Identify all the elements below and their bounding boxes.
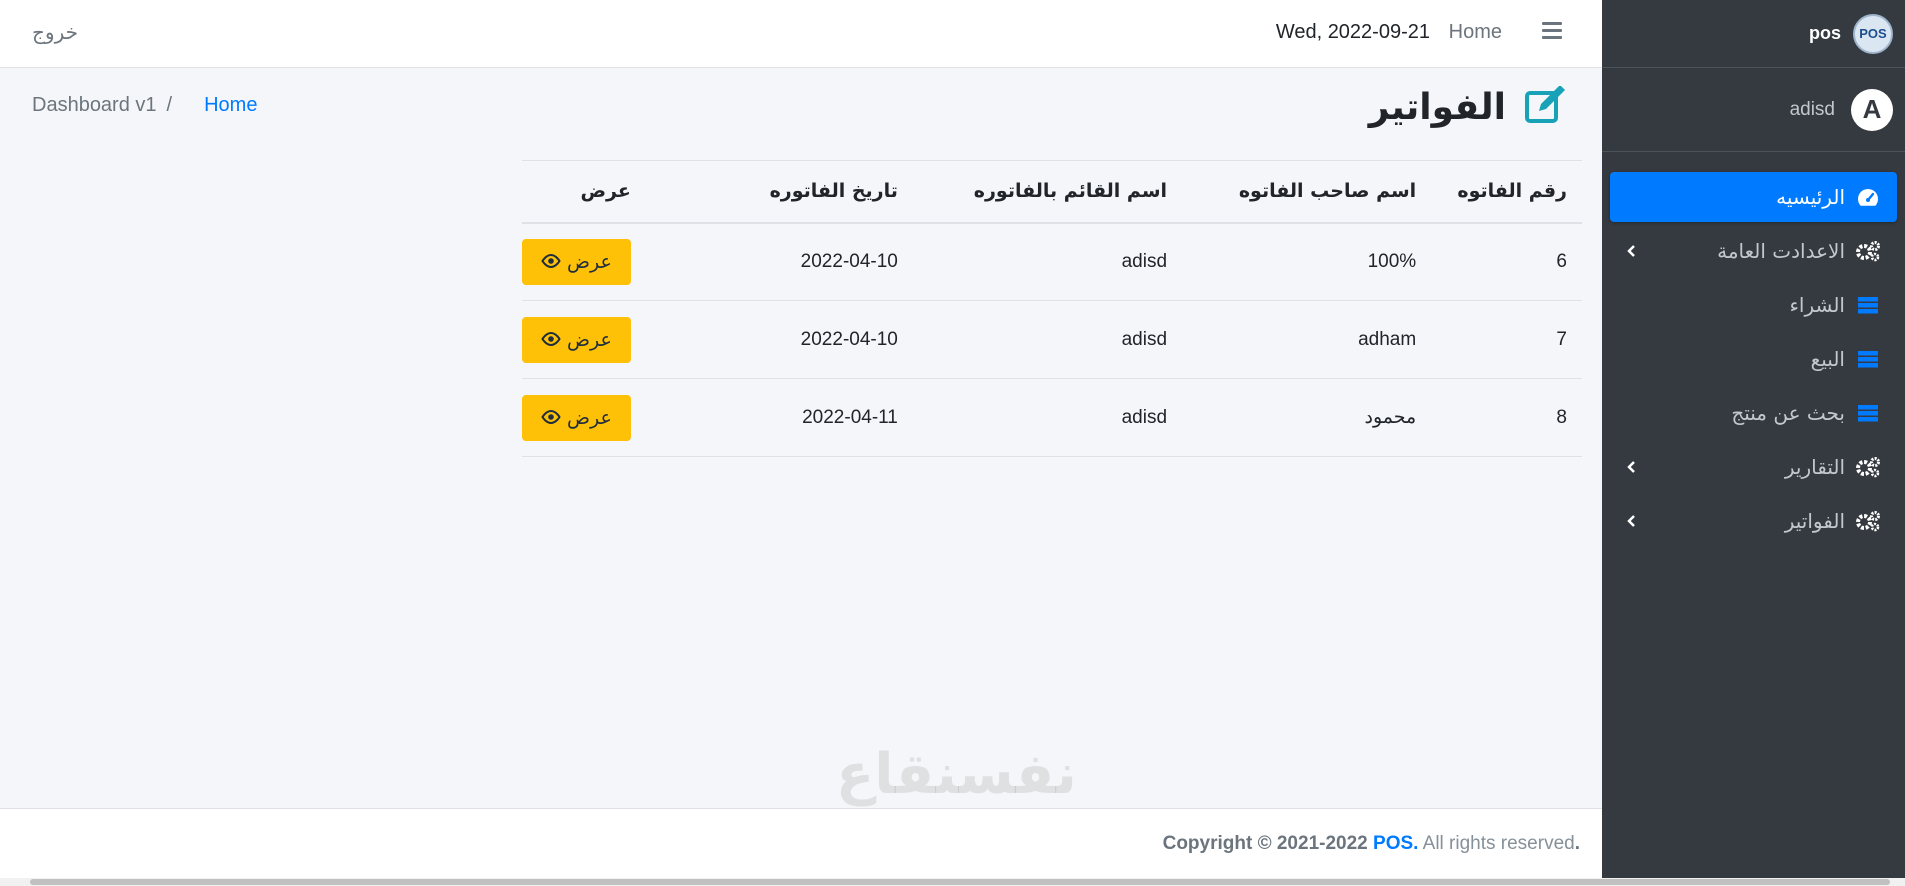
header-invoice-creator: اسم القائم بالفاتوره xyxy=(912,160,1183,224)
view-invoice-button[interactable]: عرض xyxy=(522,238,631,285)
view-button-label: عرض xyxy=(567,250,612,273)
sidebar-item-general-settings[interactable]: الاعدادت العامة xyxy=(1610,226,1897,276)
view-button-label: عرض xyxy=(567,406,612,429)
sidebar-item-reports[interactable]: التقارير xyxy=(1610,442,1897,492)
user-panel[interactable]: A adisd xyxy=(1602,68,1905,152)
server-icon xyxy=(1853,402,1883,424)
table-row: 6 100% adisd 2022-04-10 عرض xyxy=(522,222,1582,301)
sidebar-item-label: بحث عن منتج xyxy=(1731,401,1845,425)
view-button-label: عرض xyxy=(567,328,612,351)
cell-owner: adham xyxy=(1182,300,1432,379)
sidebar: POS pos A adisd الرئيسيه الاعدادت العامة xyxy=(1602,0,1905,878)
cogs-icon xyxy=(1853,456,1883,478)
header-invoice-date: تاريخ الفاتوره xyxy=(645,160,913,224)
sidebar-item-label: الشراء xyxy=(1789,293,1846,317)
brand-logo: POS xyxy=(1853,13,1893,54)
rights-text: All rights reserved xyxy=(1422,833,1575,854)
cell-owner: محمود xyxy=(1182,378,1432,457)
header-invoice-owner: اسم صاحب الفاتوه xyxy=(1182,160,1432,224)
breadcrumb-home-link[interactable]: Home xyxy=(204,94,257,117)
cell-number: 8 xyxy=(1431,378,1582,457)
user-name: adisd xyxy=(1789,98,1835,120)
chevron-left-icon xyxy=(1626,239,1636,263)
sidebar-item-purchase[interactable]: الشراء xyxy=(1610,280,1897,330)
current-date: Wed, 2022-09-21 xyxy=(1275,21,1430,43)
eye-icon xyxy=(541,251,561,273)
server-icon xyxy=(1853,294,1883,316)
cell-creator: adisd xyxy=(912,300,1183,379)
sidebar-item-label: البيع xyxy=(1810,347,1845,371)
view-invoice-button[interactable]: عرض xyxy=(522,394,631,441)
horizontal-scrollbar[interactable] xyxy=(0,878,1905,886)
footer: Copyright © 2021-2022 POS. All rights re… xyxy=(0,808,1602,878)
chevron-left-icon xyxy=(1626,455,1636,479)
breadcrumb-current: Dashboard v1 xyxy=(32,94,157,116)
header-view: عرض xyxy=(522,160,646,224)
cell-action: عرض xyxy=(522,378,646,457)
footer-brand-link[interactable]: POS. xyxy=(1373,833,1418,854)
trailing-dot: . xyxy=(1574,833,1580,854)
footer-copyright: Copyright © 2021-2022 POS. All rights re… xyxy=(1163,833,1580,855)
table-header-row: رقم الفاتوه اسم صاحب الفاتوه اسم القائم … xyxy=(522,160,1582,224)
cogs-icon xyxy=(1853,510,1883,532)
home-nav-link[interactable]: Home xyxy=(1449,21,1502,44)
page-title: الفواتير xyxy=(1368,86,1506,128)
cell-number: 6 xyxy=(1431,222,1582,301)
breadcrumb: Dashboard v1 / Home xyxy=(32,94,257,117)
server-icon xyxy=(1853,348,1883,370)
sidebar-item-sales[interactable]: البيع xyxy=(1610,334,1897,384)
cell-number: 7 xyxy=(1431,300,1582,379)
view-invoice-button[interactable]: عرض xyxy=(522,316,631,363)
sidebar-item-label: التقارير xyxy=(1784,455,1845,479)
page-header: الفواتير xyxy=(1368,85,1568,128)
top-navbar: خروج Wed, 2022-09-21 Home xyxy=(0,0,1602,68)
sidebar-item-home[interactable]: الرئيسيه xyxy=(1610,172,1897,222)
table-row: 7 adham adisd 2022-04-10 عرض xyxy=(522,300,1582,379)
sidebar-item-label: الرئيسيه xyxy=(1776,185,1845,209)
cell-creator: adisd xyxy=(912,222,1183,301)
sidebar-item-product-search[interactable]: بحث عن منتج xyxy=(1610,388,1897,438)
cell-date: 2022-04-11 xyxy=(645,378,913,457)
sidebar-item-label: الاعدادت العامة xyxy=(1717,239,1845,263)
cell-creator: adisd xyxy=(912,378,1183,457)
sidebar-nav: الرئيسيه الاعدادت العامة الشراء البيع بح… xyxy=(1602,152,1905,546)
sidebar-item-label: الفواتير xyxy=(1784,509,1845,533)
cell-date: 2022-04-10 xyxy=(645,222,913,301)
scrollbar-thumb[interactable] xyxy=(30,879,1890,885)
chevron-left-icon xyxy=(1626,509,1636,533)
cell-action: عرض xyxy=(522,300,646,379)
breadcrumb-separator: / xyxy=(166,94,173,116)
eye-icon xyxy=(541,407,561,429)
hamburger-menu-icon[interactable] xyxy=(1542,22,1562,42)
copyright-text: Copyright © 2021-2022 xyxy=(1162,833,1368,854)
cell-owner: 100% xyxy=(1182,222,1432,301)
table-row: 8 محمود adisd 2022-04-11 عرض xyxy=(522,378,1582,457)
brand[interactable]: POS pos xyxy=(1602,0,1905,68)
header-invoice-number: رقم الفاتوه xyxy=(1431,160,1582,224)
cogs-icon xyxy=(1853,240,1883,262)
cell-date: 2022-04-10 xyxy=(645,300,913,379)
watermark-arabic: نفسنقاع xyxy=(836,742,1077,807)
logout-link[interactable]: خروج xyxy=(32,20,78,44)
dashboard-gauge-icon xyxy=(1853,186,1883,208)
eye-icon xyxy=(541,329,561,351)
cell-action: عرض xyxy=(522,222,646,301)
edit-icon xyxy=(1524,85,1568,128)
brand-name: pos xyxy=(1808,23,1841,43)
invoice-table: رقم الفاتوه اسم صاحب الفاتوه اسم القائم … xyxy=(522,160,1582,457)
avatar: A xyxy=(1851,88,1893,131)
sidebar-item-invoices[interactable]: الفواتير xyxy=(1610,496,1897,546)
